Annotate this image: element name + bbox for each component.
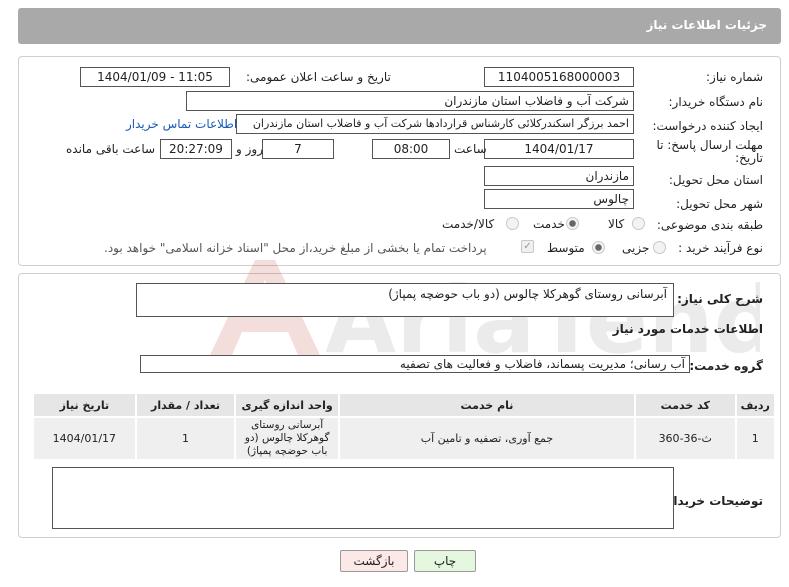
need-number-label: شماره نیاز: bbox=[706, 70, 763, 84]
summary-field[interactable]: آبرسانی روستای گوهرکلا چالوس (دو باب حوض… bbox=[136, 283, 674, 317]
announce-datetime-field[interactable]: 1404/01/09 - 11:05 bbox=[80, 67, 230, 87]
process-radio-medium[interactable] bbox=[592, 241, 605, 254]
category-radio-goods[interactable] bbox=[632, 217, 645, 230]
process-radio-minor[interactable] bbox=[653, 241, 666, 254]
cell-row: 1 bbox=[736, 418, 774, 459]
category-radio-service[interactable] bbox=[566, 217, 579, 230]
days-label: روز و bbox=[236, 142, 263, 156]
creator-label: ایجاد کننده درخواست: bbox=[652, 119, 763, 133]
treasury-payment-checkbox[interactable]: ✓ bbox=[521, 240, 534, 253]
col-row: ردیف bbox=[736, 394, 774, 416]
table-row: 1 ث-36-360 جمع آوری، تصفیه و تامین آب آب… bbox=[34, 418, 774, 459]
province-field[interactable]: مازندران bbox=[484, 166, 634, 186]
services-section-title: اطلاعات خدمات مورد نیاز bbox=[612, 322, 763, 336]
process-label: نوع فرآیند خرید : bbox=[678, 241, 763, 255]
category-radio-goods-service[interactable] bbox=[506, 217, 519, 230]
service-group-field[interactable]: آب رسانی؛ مدیریت پسماند، فاضلاب و فعالیت… bbox=[140, 355, 690, 373]
buyer-notes-field[interactable] bbox=[52, 467, 674, 529]
time-remaining-field[interactable]: 20:27:09 bbox=[160, 139, 232, 159]
cell-name: جمع آوری، تصفیه و تامین آب bbox=[339, 418, 634, 459]
cell-date: 1404/01/17 bbox=[34, 418, 135, 459]
category-option-goods-service: کالا/خدمت bbox=[442, 217, 495, 231]
service-group-label: گروه خدمت: bbox=[689, 359, 763, 373]
province-label: استان محل تحویل: bbox=[668, 173, 763, 187]
print-button[interactable]: چاپ bbox=[414, 550, 476, 572]
creator-field[interactable]: احمد برزگر اسکندرکلائی کارشناس قراردادها… bbox=[236, 114, 634, 134]
buyer-field[interactable]: شرکت آب و فاضلاب استان مازندران bbox=[186, 91, 634, 111]
days-remaining-field[interactable]: 7 bbox=[262, 139, 334, 159]
page-header: جزئیات اطلاعات نیاز bbox=[18, 8, 781, 44]
category-option-service: خدمت bbox=[533, 217, 565, 231]
cell-qty: 1 bbox=[136, 418, 235, 459]
buyer-contact-link[interactable]: اطلاعات تماس خریدار bbox=[126, 117, 237, 131]
deadline-date-label: تاریخ: bbox=[735, 151, 763, 165]
buyer-notes-label: توضیحات خریدار: bbox=[661, 494, 763, 508]
deadline-time-label: ساعت bbox=[454, 142, 487, 156]
time-remaining-label: ساعت باقی مانده bbox=[66, 142, 156, 156]
need-number-field[interactable]: 1104005168000003 bbox=[484, 67, 634, 87]
announce-label: تاریخ و ساعت اعلان عمومی: bbox=[246, 70, 391, 84]
summary-text: آبرسانی روستای گوهرکلا چالوس (دو باب حوض… bbox=[388, 287, 667, 301]
process-option-medium: متوسط bbox=[547, 241, 585, 255]
need-details-panel bbox=[18, 56, 781, 266]
col-date: تاریخ نیاز bbox=[34, 394, 135, 416]
deadline-date-field[interactable]: 1404/01/17 bbox=[484, 139, 634, 159]
category-option-goods: کالا bbox=[608, 217, 625, 231]
cell-unit: آبرسانی روستای گوهرکلا چالوس (دو باب حوض… bbox=[236, 418, 338, 459]
col-name: نام خدمت bbox=[339, 394, 634, 416]
deadline-time-field[interactable]: 08:00 bbox=[372, 139, 450, 159]
col-qty: تعداد / مقدار bbox=[136, 394, 235, 416]
back-button[interactable]: بازگشت bbox=[340, 550, 408, 572]
col-code: کد خدمت bbox=[635, 394, 735, 416]
deadline-label: مهلت ارسال پاسخ: تا bbox=[656, 138, 763, 152]
city-field[interactable]: چالوس bbox=[484, 189, 634, 209]
table-header-row: ردیف کد خدمت نام خدمت واحد اندازه گیری ت… bbox=[34, 394, 774, 416]
treasury-payment-note: پرداخت تمام یا بخشی از مبلغ خرید،از محل … bbox=[104, 241, 487, 255]
page-title: جزئیات اطلاعات نیاز bbox=[646, 18, 767, 32]
cell-code: ث-36-360 bbox=[635, 418, 735, 459]
col-unit: واحد اندازه گیری bbox=[236, 394, 338, 416]
summary-label: شرح کلی نیاز: bbox=[677, 292, 763, 306]
city-label: شهر محل تحویل: bbox=[676, 197, 763, 211]
services-table: ردیف کد خدمت نام خدمت واحد اندازه گیری ت… bbox=[32, 392, 776, 461]
process-option-minor: جزیی bbox=[622, 241, 650, 255]
category-label: طبقه بندی موضوعی: bbox=[656, 218, 763, 232]
buyer-label: نام دستگاه خریدار: bbox=[668, 95, 764, 109]
